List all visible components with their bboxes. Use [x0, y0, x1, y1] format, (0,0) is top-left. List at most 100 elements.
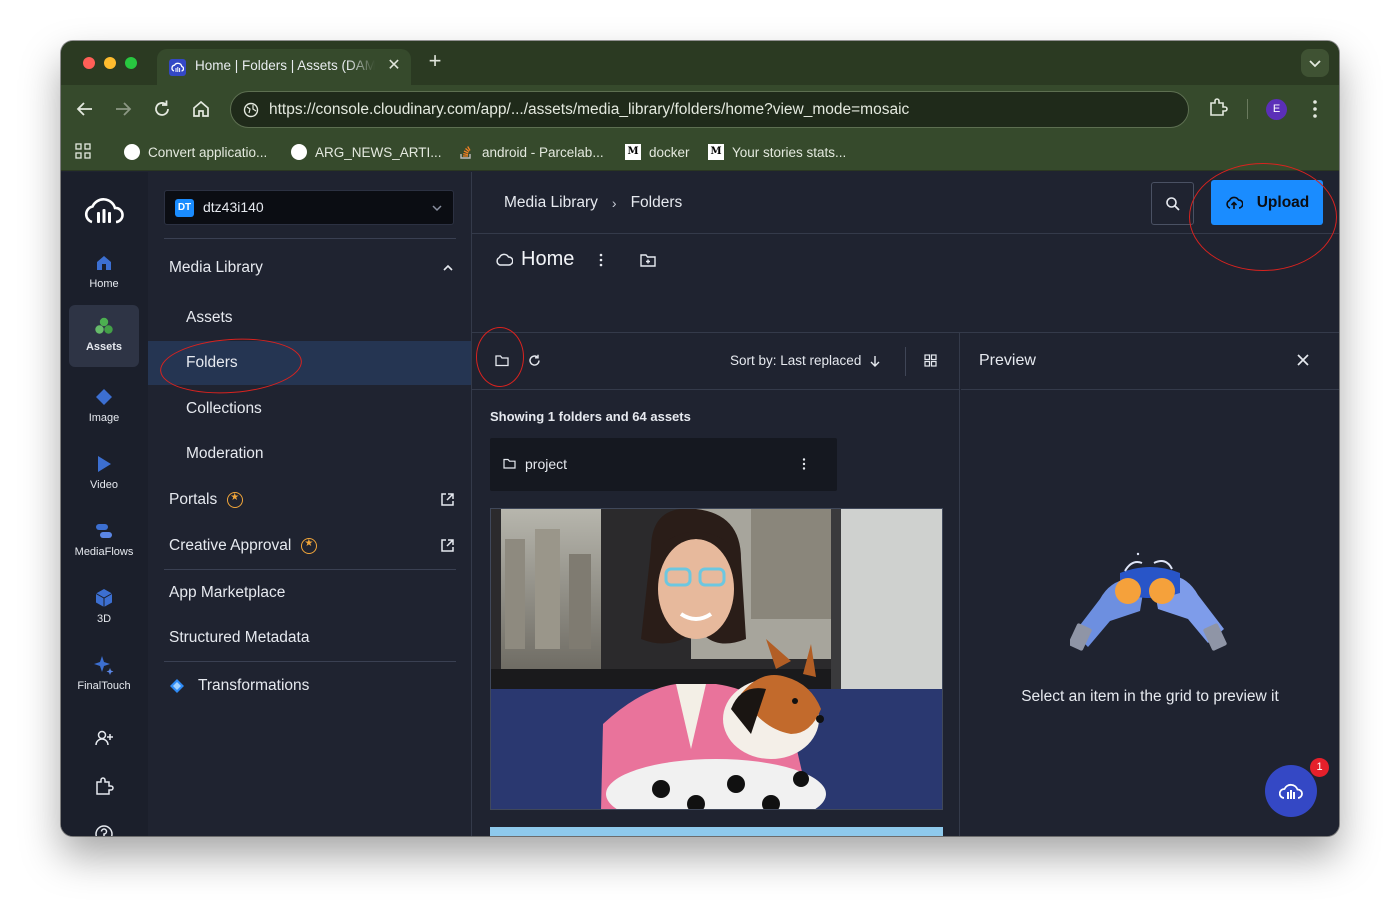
chevron-right-icon: ›	[611, 195, 617, 211]
sidebar-item-collections[interactable]: Collections	[148, 387, 471, 431]
folder-header: Home	[472, 234, 1339, 333]
site-info-icon[interactable]	[243, 102, 259, 118]
tab-close-icon[interactable]: ✕	[383, 55, 405, 77]
medium-icon: M	[625, 144, 641, 160]
profile-avatar[interactable]: E	[1266, 99, 1287, 120]
sidebar-item-transformations[interactable]: Transformations	[148, 664, 471, 708]
chevron-down-icon	[1309, 60, 1321, 68]
grid-toolbar: Sort by: Last replaced	[472, 333, 959, 390]
home-browser-icon[interactable]	[189, 97, 213, 121]
forward-icon[interactable]	[111, 97, 135, 121]
cloud-upload-icon	[1226, 196, 1243, 209]
cloudinary-logo-icon[interactable]	[83, 196, 125, 226]
close-window-button[interactable]	[83, 57, 95, 69]
notification-badge: 1	[1310, 758, 1329, 777]
zoom-window-button[interactable]	[125, 57, 137, 69]
close-icon[interactable]	[1296, 353, 1310, 367]
video-icon	[98, 456, 111, 472]
preview-panel: Preview Select an item in the grid to pr…	[961, 333, 1339, 836]
more-options-icon[interactable]	[596, 252, 606, 268]
minimize-window-button[interactable]	[104, 57, 116, 69]
rail-item-finaltouch[interactable]: FinalTouch	[69, 644, 139, 706]
sidebar-item-moderation[interactable]: Moderation	[148, 432, 471, 476]
product-environment-select[interactable]: DT dtz43i140	[164, 190, 454, 225]
cloudinary-logo-icon	[1279, 783, 1303, 799]
extensions-icon[interactable]	[1207, 96, 1229, 118]
breadcrumb-folders[interactable]: Folders	[631, 194, 683, 212]
rail-item-3d[interactable]: 3D	[69, 577, 139, 639]
preview-empty-message: Select an item in the grid to preview it	[1021, 688, 1279, 705]
bookmark-item[interactable]: Convert applicatio...	[124, 141, 267, 163]
image-icon	[96, 389, 112, 405]
premium-star-icon	[301, 538, 318, 554]
folder-card[interactable]: project	[490, 438, 837, 491]
sort-direction-icon[interactable]	[869, 355, 881, 367]
folder-options-icon[interactable]	[799, 457, 809, 471]
bookmarks-bar: Convert applicatio... ARG_NEWS_ARTI... a…	[61, 133, 1339, 171]
bookmark-item[interactable]: M Your stories stats...	[708, 141, 846, 163]
new-folder-icon[interactable]	[639, 252, 657, 268]
assets-icon	[95, 317, 113, 334]
divider	[164, 661, 456, 662]
sidebar-item-portals[interactable]: Portals	[148, 478, 471, 522]
chevron-up-icon	[443, 264, 453, 271]
bookmark-item[interactable]: android - Parcelab...	[458, 141, 604, 163]
tab-search-button[interactable]	[1301, 49, 1329, 77]
new-tab-icon[interactable]: +	[423, 50, 447, 74]
top-bar: Media Library › Folders Upload	[472, 172, 1339, 234]
chevron-down-icon	[432, 205, 442, 212]
sidebar-item-assets[interactable]: Assets	[148, 296, 471, 340]
media-library-sidebar: DT dtz43i140 Media Library Assets Folder…	[148, 172, 472, 836]
preview-header: Preview	[961, 333, 1339, 390]
rail-item-mediaflows[interactable]: MediaFlows	[69, 510, 139, 572]
search-button[interactable]	[1151, 182, 1194, 225]
grid-view-icon[interactable]	[924, 354, 937, 367]
refresh-icon[interactable]	[528, 354, 541, 367]
premium-star-icon	[227, 492, 244, 508]
show-folders-icon[interactable]	[495, 354, 509, 367]
cloud-icon	[496, 253, 513, 266]
url-text: https://console.cloudinary.com/app/.../a…	[269, 101, 910, 118]
preview-placeholder-illustration	[1070, 552, 1227, 651]
product-rail: Home Assets Image Video MediaFlows 3D Fi…	[61, 172, 148, 836]
main-content: Media Library › Folders Upload Home Sort…	[472, 172, 1339, 836]
sidebar-item-app-marketplace[interactable]: App Marketplace	[148, 571, 471, 615]
folder-name: project	[525, 456, 568, 472]
breadcrumb-media-library[interactable]: Media Library	[504, 194, 598, 212]
back-icon[interactable]	[73, 97, 97, 121]
reload-icon[interactable]	[150, 97, 174, 121]
address-bar[interactable]: https://console.cloudinary.com/app/.../a…	[230, 91, 1189, 128]
sidebar-section-media-library[interactable]: Media Library	[148, 246, 471, 290]
rail-item-assets[interactable]: Assets	[69, 305, 139, 367]
medium-icon: M	[708, 144, 724, 160]
sidebar-item-folders[interactable]: Folders	[148, 341, 471, 385]
chat-assistant-button[interactable]: 1	[1265, 758, 1329, 817]
rail-item-home[interactable]: Home	[69, 242, 139, 304]
sidebar-item-structured-metadata[interactable]: Structured Metadata	[148, 616, 471, 660]
browser-menu-icon[interactable]	[1305, 97, 1325, 121]
external-link-icon	[441, 539, 454, 552]
asset-thumbnail[interactable]	[490, 827, 943, 836]
bookmark-item[interactable]: ARG_NEWS_ARTI...	[291, 141, 442, 163]
rail-item-video[interactable]: Video	[69, 443, 139, 505]
preview-title: Preview	[979, 352, 1036, 369]
apps-grid-icon[interactable]	[75, 143, 91, 159]
sidebar-item-creative-approval[interactable]: Creative Approval	[148, 524, 471, 568]
add-ons-icon[interactable]	[93, 775, 115, 797]
help-icon[interactable]	[93, 823, 115, 836]
transformations-icon	[170, 679, 184, 693]
asset-thumbnail[interactable]	[490, 508, 943, 810]
invite-user-icon[interactable]	[93, 727, 115, 749]
github-icon	[291, 144, 307, 160]
asset-image	[491, 509, 942, 809]
cloudinary-app: Home Assets Image Video MediaFlows 3D Fi…	[61, 163, 1339, 836]
divider	[164, 238, 456, 239]
tab-strip: Home | Folders | Assets (DAM) ✕ +	[61, 41, 1339, 85]
page-title: Home	[495, 248, 574, 271]
bookmark-item[interactable]: Mdocker	[625, 141, 690, 163]
sort-dropdown[interactable]: Sort by: Last replaced	[730, 353, 881, 368]
browser-toolbar: https://console.cloudinary.com/app/.../a…	[61, 85, 1339, 133]
browser-tab[interactable]: Home | Folders | Assets (DAM) ✕	[157, 49, 411, 85]
upload-button[interactable]: Upload	[1211, 180, 1323, 225]
rail-item-image[interactable]: Image	[69, 376, 139, 438]
